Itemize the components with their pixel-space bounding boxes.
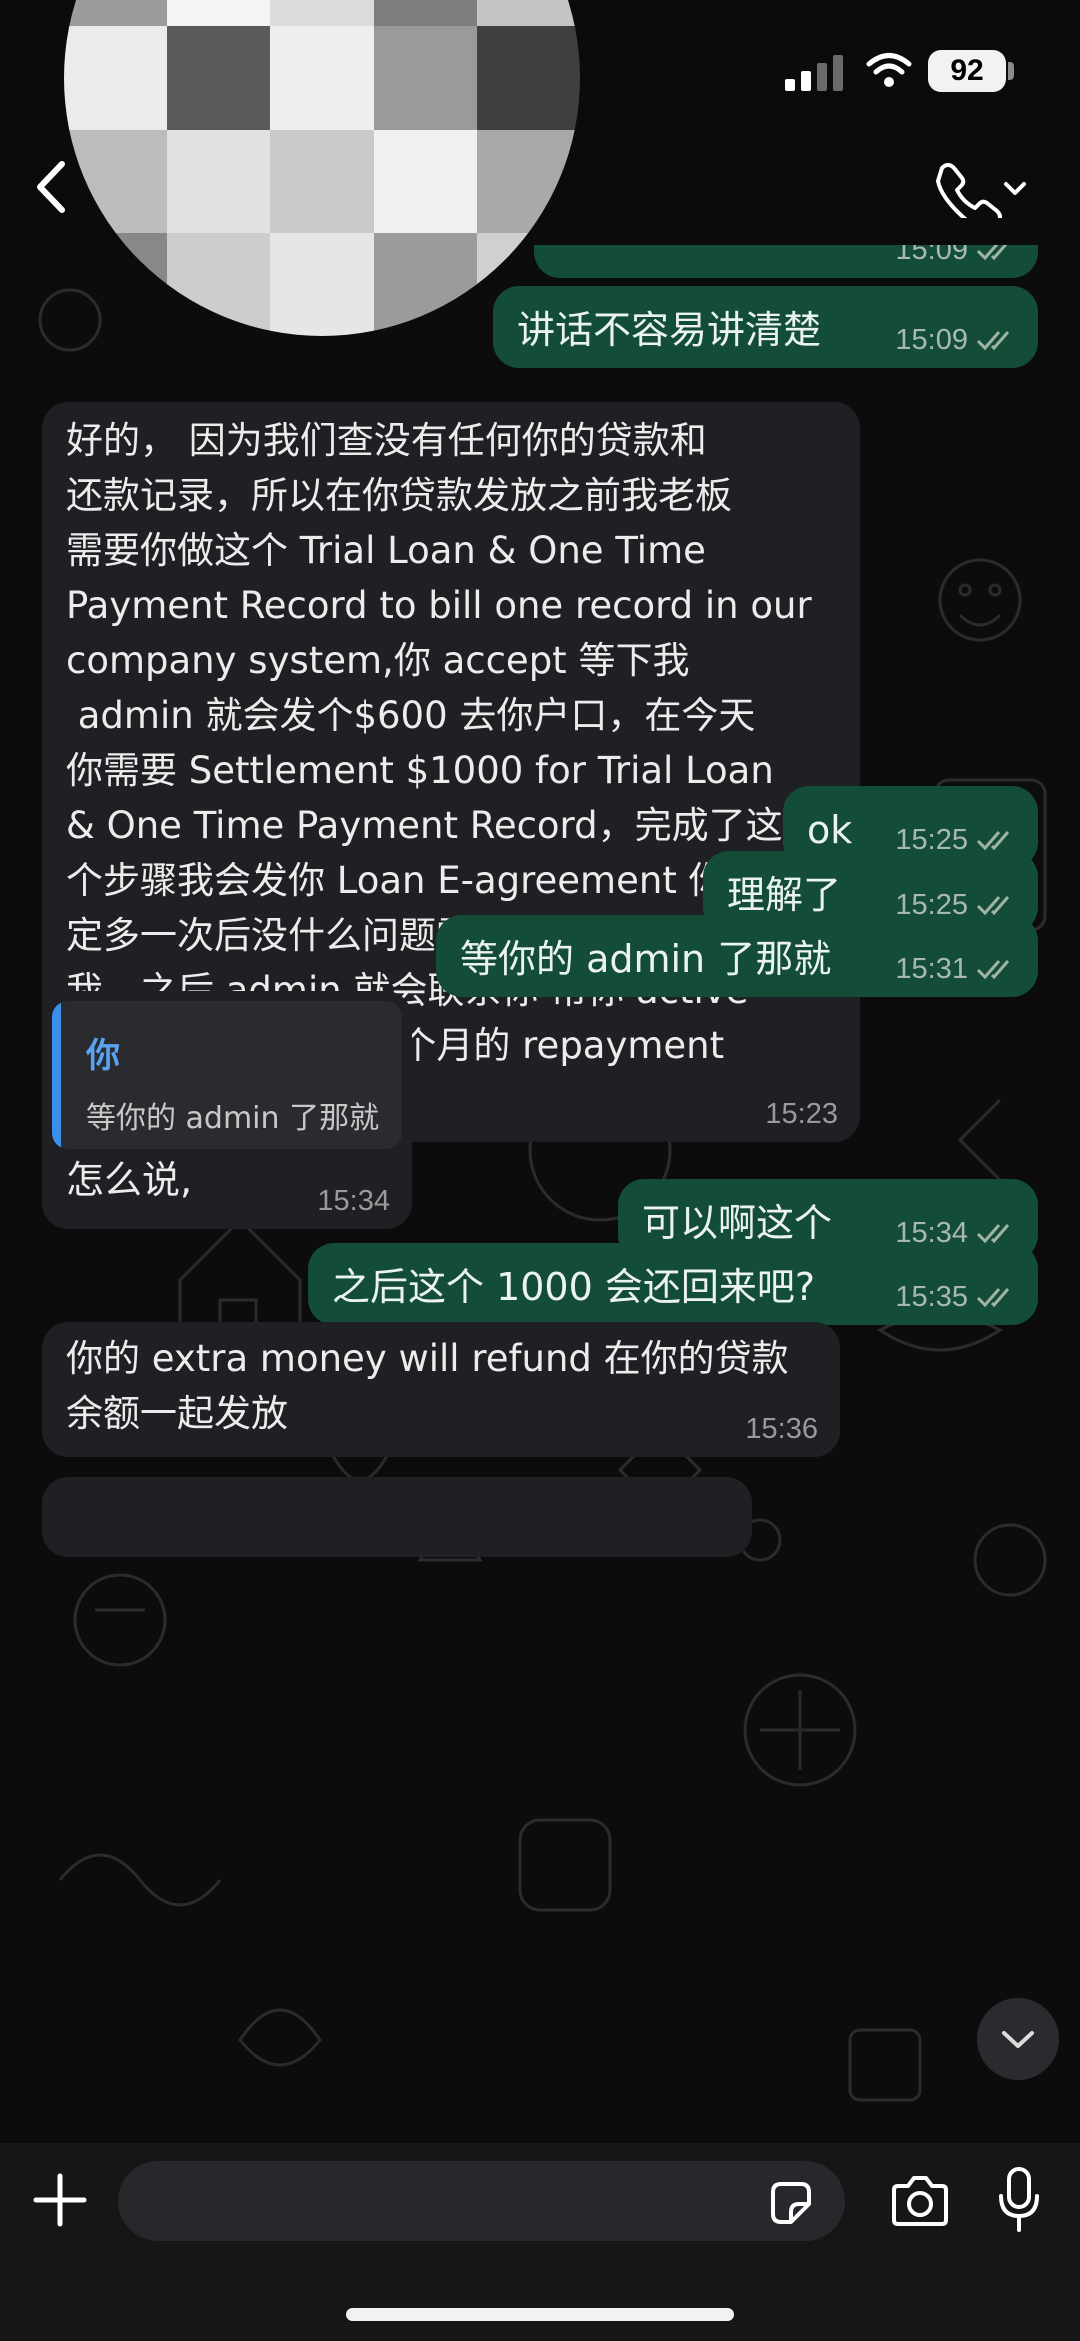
message-text: 之后这个 1000 会还回来吧? [332, 1265, 816, 1309]
battery-indicator: 92 [928, 50, 1006, 92]
home-indicator[interactable] [346, 2308, 734, 2321]
message-bubble-incoming[interactable]: 你的 extra money will refund 在你的贷款 余额一起发放 … [42, 1322, 840, 1457]
message-input[interactable] [118, 2161, 845, 2241]
message-meta: 15:09 [895, 245, 1016, 268]
message-time: 15:31 [895, 953, 968, 985]
message-meta: 15:34 [317, 1183, 390, 1219]
message-time: 15:09 [895, 245, 968, 266]
message-meta: 15:36 [745, 1411, 818, 1447]
message-time: 15:36 [745, 1413, 818, 1445]
avatar-pixel [167, 26, 271, 130]
avatar-pixel [270, 0, 374, 27]
message-time: 15:35 [895, 1281, 968, 1313]
message-time: 15:23 [765, 1098, 838, 1130]
message-time: 15:09 [895, 324, 968, 356]
message-bubble-outgoing[interactable]: 等你的 admin 了那就 15:31 [436, 915, 1038, 997]
chat-screen: 15:09 讲话不容易讲清楚 15:09 好的， 因为我们查没有任何你的贷款和 … [0, 0, 1080, 2341]
quote-author: 你 [86, 1036, 120, 1076]
avatar-pixel [167, 0, 271, 27]
avatar-pixel [476, 0, 580, 27]
scroll-to-bottom-button[interactable] [977, 1998, 1059, 2080]
message-meta: 15:09 [895, 322, 1016, 358]
message-text: 等你的 admin 了那就 [460, 937, 832, 981]
quote-accent-bar [52, 1001, 61, 1149]
avatar-pixel [270, 129, 374, 233]
message-text: 讲话不容易讲清楚 [517, 308, 822, 352]
message-text: 怎么说, [66, 1158, 193, 1202]
message-bubble-outgoing[interactable]: 之后这个 1000 会还回来吧? 15:35 [308, 1243, 1038, 1325]
message-time: 15:34 [317, 1185, 390, 1217]
message-bubble-outgoing[interactable]: 15:09 [534, 245, 1038, 278]
signal-icon [785, 55, 843, 91]
message-bubble-incoming[interactable]: 你 等你的 admin 了那就 怎么说, 15:34 [42, 991, 412, 1229]
quoted-message[interactable]: 你 等你的 admin 了那就 [52, 1001, 402, 1149]
avatar-pixel [373, 129, 477, 233]
microphone-icon[interactable] [997, 2166, 1041, 2234]
wifi-icon [866, 53, 912, 87]
avatar-pixel [270, 26, 374, 130]
avatar-pixel [270, 232, 374, 336]
chevron-left-icon[interactable] [22, 152, 82, 222]
sticker-icon[interactable] [767, 2180, 815, 2226]
message-meta: 15:23 [765, 1096, 838, 1132]
avatar-pixel [167, 129, 271, 233]
message-text: ok [807, 808, 853, 852]
avatar-pixel [64, 26, 168, 130]
avatar-pixel [373, 0, 477, 27]
message-bubble-incoming[interactable] [42, 1477, 752, 1557]
message-bubble-outgoing[interactable]: 讲话不容易讲清楚 15:09 [493, 286, 1038, 368]
chevron-down-icon [1002, 2031, 1034, 2048]
avatar-pixel [373, 26, 477, 130]
battery-tip [1008, 62, 1014, 80]
message-meta: 15:35 [895, 1279, 1016, 1315]
double-check-icon [976, 331, 1010, 351]
message-list[interactable]: 15:09 讲话不容易讲清楚 15:09 好的， 因为我们查没有任何你的贷款和 … [0, 245, 1080, 2143]
quote-text: 等你的 admin 了那就 [86, 1101, 380, 1136]
avatar-pixel [64, 0, 168, 27]
phone-icon[interactable] [934, 158, 1034, 218]
plus-icon[interactable] [30, 2170, 90, 2230]
double-check-icon [976, 245, 1008, 261]
double-check-icon [976, 1288, 1010, 1308]
camera-icon[interactable] [888, 2174, 952, 2230]
double-check-icon [976, 896, 1010, 916]
double-check-icon [976, 831, 1010, 851]
avatar-pixel [476, 26, 580, 130]
message-text: 你的 extra money will refund 在你的贷款 余额一起发放 [66, 1337, 789, 1435]
message-meta: 15:31 [895, 951, 1016, 987]
double-check-icon [976, 960, 1010, 980]
double-check-icon [976, 1224, 1010, 1244]
